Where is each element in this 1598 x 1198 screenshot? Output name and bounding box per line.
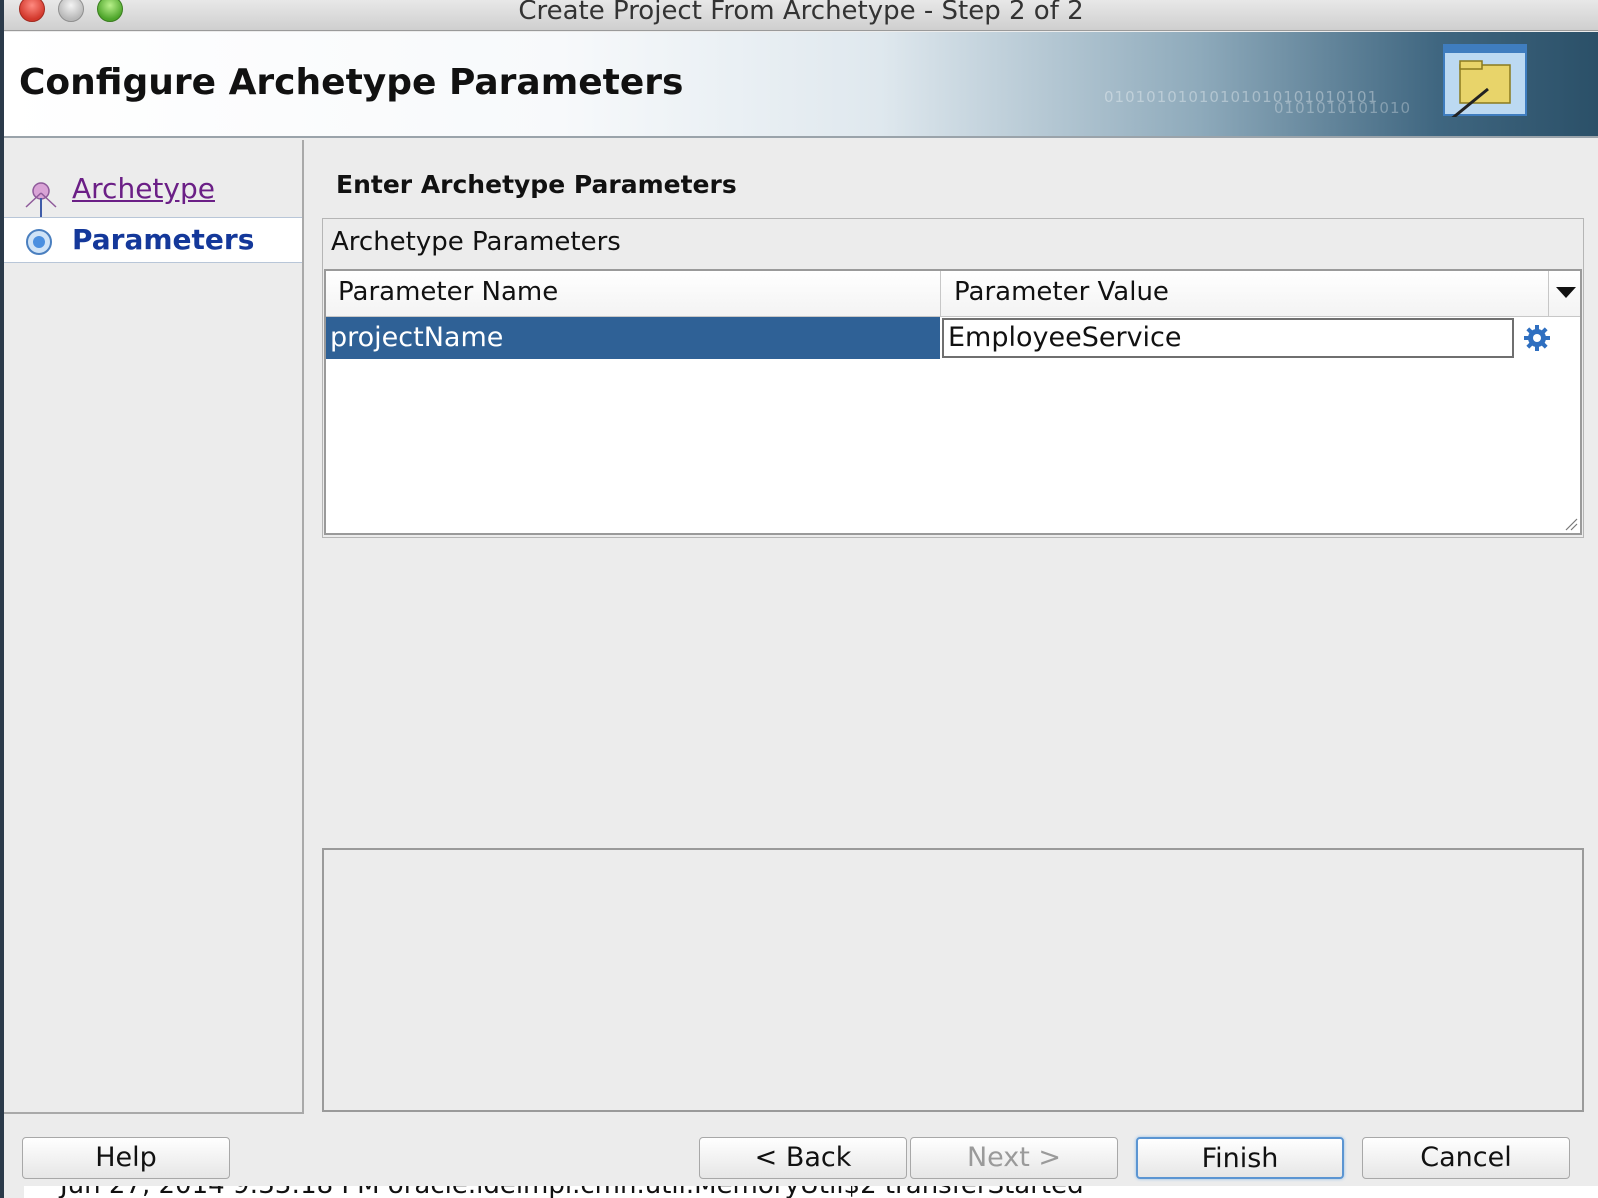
- table-row[interactable]: projectName EmployeeService: [326, 317, 1580, 359]
- section-title: Enter Archetype Parameters: [336, 170, 737, 199]
- nav-step-archetype-label[interactable]: Archetype: [72, 172, 215, 205]
- dialog-window: Create Project From Archetype - Step 2 o…: [4, 0, 1598, 1198]
- nav-step-parameters[interactable]: Parameters: [4, 217, 302, 263]
- group-label: Archetype Parameters: [331, 227, 621, 257]
- resize-grip-icon[interactable]: [1564, 517, 1578, 531]
- help-button[interactable]: Help: [22, 1137, 230, 1179]
- parameters-table: Parameter Name Parameter Value projectNa…: [324, 269, 1582, 535]
- window-title: Create Project From Archetype - Step 2 o…: [518, 0, 1084, 26]
- back-button[interactable]: < Back: [699, 1137, 907, 1179]
- parameter-name-cell[interactable]: projectName: [326, 317, 940, 359]
- column-divider[interactable]: [940, 271, 941, 317]
- table-header: Parameter Name Parameter Value: [326, 271, 1580, 317]
- banner-decoration-binary-2: 0101010101010: [1274, 99, 1412, 117]
- finish-button[interactable]: Finish: [1136, 1137, 1344, 1179]
- archetype-parameters-group: Archetype Parameters Parameter Name Para…: [322, 218, 1584, 538]
- train-stop-current-icon: [26, 229, 52, 255]
- wizard-steps-panel: Archetype Parameters: [4, 140, 304, 1114]
- gear-icon[interactable]: [1522, 323, 1552, 353]
- title-bar[interactable]: Create Project From Archetype - Step 2 o…: [4, 0, 1598, 31]
- next-button: Next >: [910, 1137, 1118, 1179]
- parameter-value-input[interactable]: EmployeeService: [942, 318, 1514, 358]
- page-title: Configure Archetype Parameters: [19, 62, 684, 103]
- column-header-parameter-value[interactable]: Parameter Value: [954, 277, 1169, 307]
- chevron-down-icon[interactable]: [1556, 287, 1576, 298]
- console-log-strip: Jun 27, 2014 9:33:18 PM oracle.ideimpl.c…: [24, 1186, 1598, 1198]
- nav-step-archetype[interactable]: Archetype: [4, 170, 302, 216]
- column-divider-2: [1548, 271, 1549, 317]
- column-header-parameter-name[interactable]: Parameter Name: [338, 277, 558, 307]
- console-log-line: Jun 27, 2014 9:33:18 PM oracle.ideimpl.c…: [60, 1186, 1084, 1198]
- wizard-banner: Configure Archetype Parameters 010101010…: [4, 32, 1598, 138]
- nav-step-parameters-label: Parameters: [72, 223, 255, 256]
- cancel-button[interactable]: Cancel: [1362, 1137, 1570, 1179]
- parameter-description-area: [322, 848, 1584, 1112]
- folder-wizard-icon: [1443, 44, 1527, 117]
